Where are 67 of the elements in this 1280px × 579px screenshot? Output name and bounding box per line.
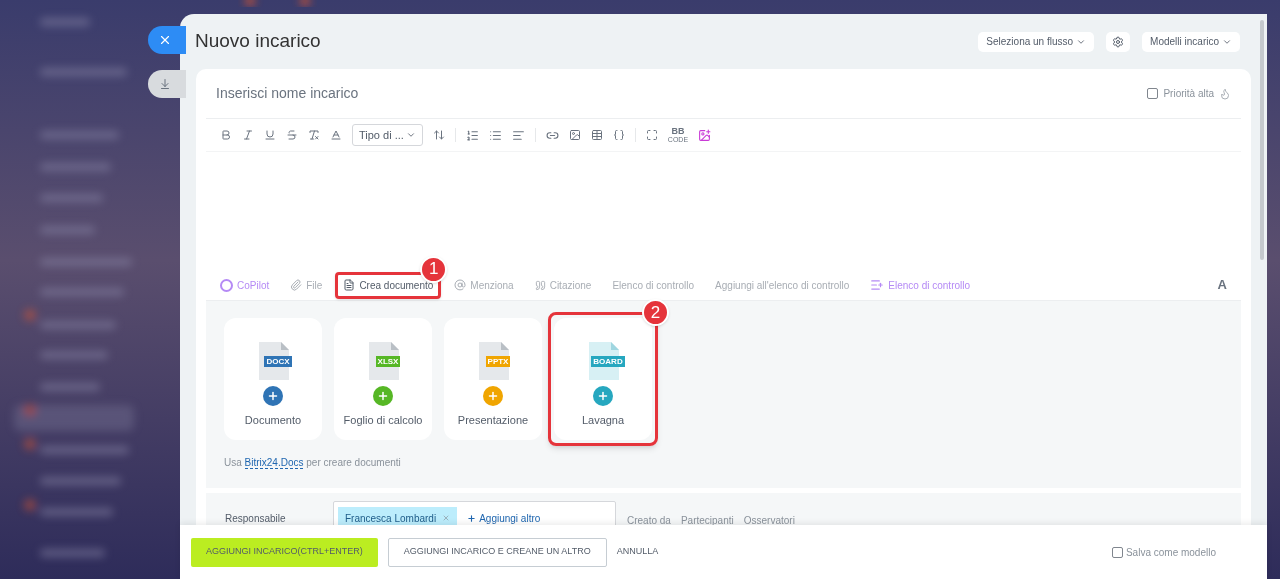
- file-type-label: DOCX: [264, 356, 292, 367]
- high-priority-label: Priorità alta: [1163, 87, 1214, 101]
- document-type-label: Documento: [244, 413, 302, 428]
- minimize-icon: [159, 78, 171, 90]
- fullscreen-icon[interactable]: [645, 129, 658, 141]
- settings-icon: [1112, 35, 1125, 48]
- scrollbar[interactable]: [1260, 20, 1264, 260]
- close-icon: [158, 33, 172, 47]
- clear-format-icon[interactable]: [308, 129, 320, 141]
- cancel-button[interactable]: ANNULLA: [616, 537, 659, 567]
- flame-icon: [1219, 87, 1231, 100]
- font-select[interactable]: Tipo di ...: [352, 124, 423, 146]
- text-style-toggle[interactable]: A: [1217, 275, 1227, 295]
- role-link[interactable]: Osservatori: [743, 513, 795, 525]
- dropdown-button[interactable]: Modelli incarico: [1142, 31, 1240, 52]
- align-left-icon[interactable]: [511, 128, 525, 142]
- strikethrough-icon[interactable]: [286, 129, 298, 141]
- panel-title: Nuovo incarico: [195, 29, 322, 54]
- checklist-icon: [870, 278, 885, 292]
- document-type-label: Foglio di calcolo: [343, 413, 423, 428]
- callout-number: 1: [420, 255, 448, 283]
- document-type-card[interactable]: DOCX Documento: [224, 318, 322, 440]
- italic-icon[interactable]: [242, 129, 254, 141]
- blurred-dots-drawing: [245, 0, 310, 6]
- docs-link[interactable]: Bitrix24.Docs: [244, 457, 304, 469]
- file-type-label: XLSX: [375, 356, 401, 367]
- responsible-label: Responsabile: [225, 512, 287, 525]
- docs-hint: Usa Bitrix24.Docs per creare documenti: [224, 456, 402, 470]
- task-name-field[interactable]: Inserisci nome incarico: [216, 83, 1148, 104]
- callout-number: 2: [642, 299, 669, 326]
- document-type-card[interactable]: XLSX Foglio di calcolo: [334, 318, 432, 440]
- underline-icon[interactable]: [264, 129, 276, 141]
- bullet-list-icon[interactable]: [488, 128, 502, 142]
- code-icon[interactable]: [612, 129, 625, 141]
- paperclip-icon: [290, 279, 303, 291]
- document-icon: [343, 279, 356, 291]
- document-type-label: Presentazione: [457, 413, 529, 428]
- copilot-icon: [220, 278, 233, 292]
- font-size-icon[interactable]: [432, 129, 445, 141]
- text-color-icon[interactable]: [330, 129, 342, 141]
- file-type-label: PPTX: [485, 356, 511, 367]
- minimize-button[interactable]: [148, 70, 186, 98]
- image-icon[interactable]: [568, 129, 581, 141]
- role-link[interactable]: Creato da: [627, 513, 671, 525]
- table-icon[interactable]: [590, 129, 603, 141]
- document-type-card[interactable]: BOARD Lavagna: [554, 318, 652, 440]
- add-task-button[interactable]: AGGIUNGI INCARICO(CTRL+ENTER): [191, 537, 378, 567]
- checkbox[interactable]: [1147, 88, 1159, 99]
- close-button[interactable]: [148, 26, 186, 54]
- settings-button[interactable]: [1106, 31, 1131, 52]
- responsible-field[interactable]: Francesca Lombardi Aggiungi altro: [333, 501, 616, 525]
- document-type-card[interactable]: PPTX Presentazione: [444, 318, 542, 440]
- add-person-link[interactable]: Aggiungi altro: [467, 510, 541, 525]
- checkbox[interactable]: [1111, 546, 1123, 558]
- quote-icon: [534, 279, 546, 291]
- plus-icon: [467, 513, 477, 523]
- add-another-button[interactable]: AGGIUNGI INCARICO E CREANE UN ALTRO: [387, 537, 607, 567]
- numbered-list-icon[interactable]: [465, 128, 479, 142]
- person-chip[interactable]: Francesca Lombardi: [338, 507, 458, 525]
- image-plus-icon[interactable]: [698, 128, 712, 142]
- save-template-label: Salva come modello: [1125, 545, 1216, 560]
- mention-icon: [454, 279, 467, 291]
- dropdown-button[interactable]: Seleziona un flusso: [978, 31, 1095, 52]
- file-type-label: BOARD: [591, 356, 625, 367]
- document-type-label: Lavagna: [581, 413, 625, 428]
- bold-icon[interactable]: [220, 129, 232, 141]
- chevron-down-icon: [405, 130, 416, 140]
